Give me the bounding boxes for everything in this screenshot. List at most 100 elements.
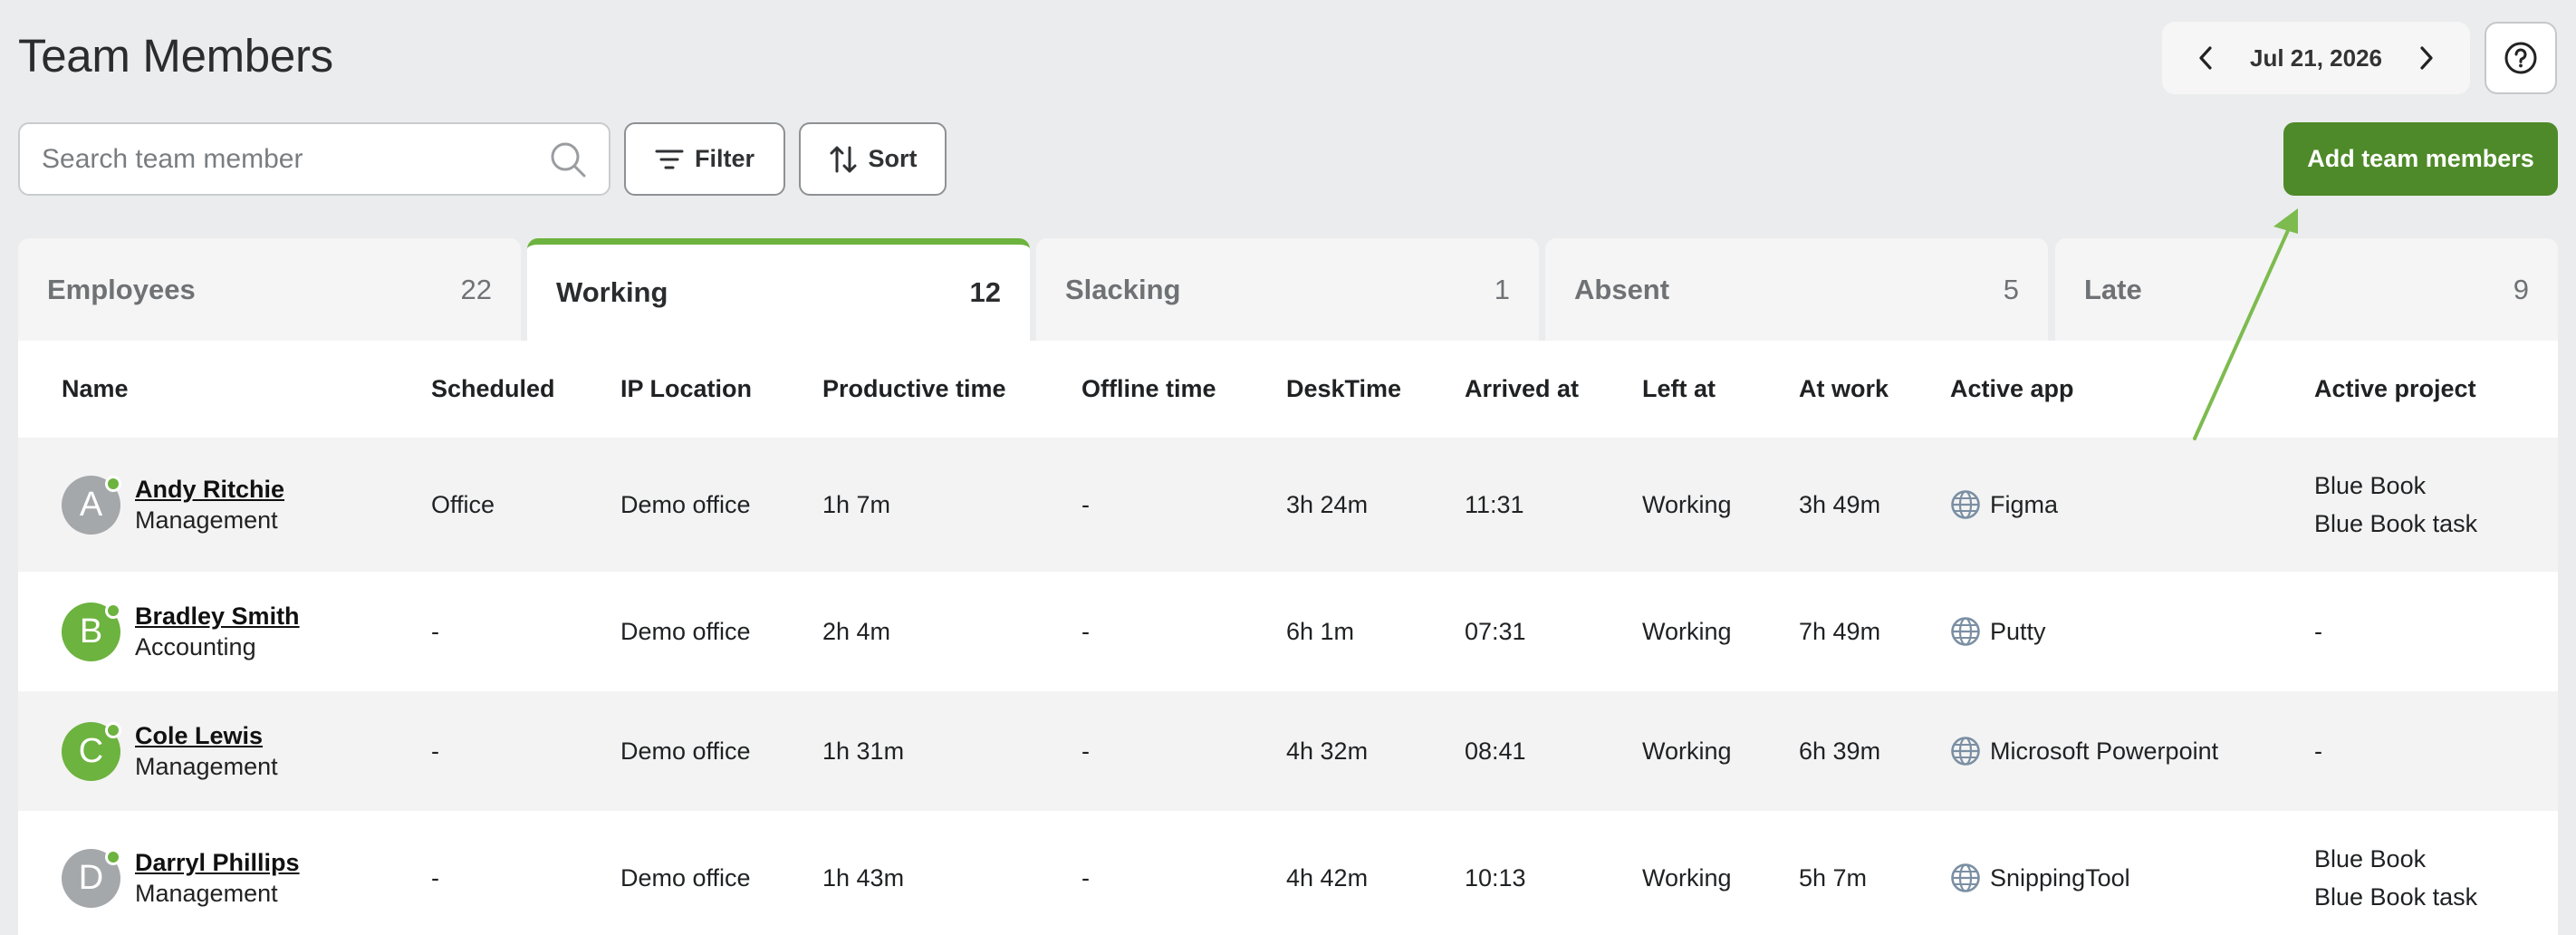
member-name-link[interactable]: Bradley Smith	[135, 601, 300, 631]
tab-slacking[interactable]: Slacking 1	[1036, 238, 1539, 341]
scheduled-cell: Office	[431, 490, 495, 518]
table-row[interactable]: B Bradley Smith Accounting - Demo office…	[18, 572, 2558, 691]
active-app-name: Figma	[1990, 490, 2059, 518]
column-header-offline-time[interactable]: Offline time	[1081, 341, 1216, 438]
avatar: C	[62, 721, 121, 781]
avatar-initial: D	[78, 858, 104, 897]
table-row[interactable]: A Andy Ritchie Management Office Demo of…	[18, 438, 2558, 572]
column-header-at-work[interactable]: At work	[1799, 341, 1889, 438]
scheduled-cell: -	[431, 737, 439, 765]
project-name: Blue Book	[2314, 472, 2427, 499]
search-icon[interactable]	[549, 140, 587, 178]
arrived-at-cell: 07:31	[1465, 617, 1526, 645]
project-name: -	[2314, 618, 2322, 645]
offline-time-cell: -	[1081, 617, 1090, 645]
filter-button[interactable]: Filter	[624, 122, 785, 196]
desktime-cell: 4h 42m	[1286, 863, 1369, 892]
arrived-at-cell: 08:41	[1465, 737, 1526, 765]
avatar: A	[62, 475, 121, 535]
tab-count: 5	[2003, 273, 2019, 305]
current-date[interactable]: Jul 21, 2026	[2250, 44, 2382, 72]
column-header-active-project[interactable]: Active project	[2314, 341, 2476, 438]
help-button[interactable]	[2485, 22, 2557, 94]
ip-location-cell: Demo office	[620, 490, 751, 518]
online-status-dot	[105, 848, 121, 865]
active-app-name: Microsoft Powerpoint	[1990, 737, 2219, 765]
desktime-cell: 6h 1m	[1286, 617, 1355, 645]
avatar-initial: C	[78, 731, 104, 770]
offline-time-cell: -	[1081, 490, 1090, 518]
tab-label: Slacking	[1065, 273, 1181, 305]
date-navigator: Jul 21, 2026	[2162, 22, 2470, 94]
avatar-initial: B	[79, 612, 103, 651]
offline-time-cell: -	[1081, 737, 1090, 765]
desktime-cell: 4h 32m	[1286, 737, 1369, 765]
online-status-dot	[105, 475, 121, 492]
add-team-members-button[interactable]: Add team members	[2283, 122, 2558, 196]
column-header-scheduled[interactable]: Scheduled	[431, 341, 555, 438]
tab-label: Working	[556, 276, 668, 308]
active-app-name: Putty	[1990, 617, 2046, 645]
column-header-name[interactable]: Name	[62, 341, 129, 438]
search-field	[18, 122, 610, 196]
scheduled-cell: -	[431, 863, 439, 892]
tab-label: Late	[2084, 273, 2142, 305]
chevron-left-icon[interactable]	[2187, 40, 2224, 76]
left-at-cell: Working	[1642, 863, 1732, 892]
tab-absent[interactable]: Absent 5	[1545, 238, 2048, 341]
table-row[interactable]: D Darryl Phillips Management - Demo offi…	[18, 811, 2558, 935]
search-input[interactable]	[42, 143, 549, 175]
project-name: Blue Book	[2314, 845, 2427, 872]
column-header-arrived-at[interactable]: Arrived at	[1465, 341, 1579, 438]
ip-location-cell: Demo office	[620, 863, 751, 892]
scheduled-cell: -	[431, 617, 439, 645]
column-header-desktime[interactable]: DeskTime	[1286, 341, 1401, 438]
tab-late[interactable]: Late 9	[2055, 238, 2558, 341]
at-work-cell: 3h 49m	[1799, 490, 1881, 518]
tab-label: Absent	[1574, 273, 1670, 305]
column-header-active-app[interactable]: Active app	[1950, 341, 2074, 438]
productive-time-cell: 1h 43m	[822, 863, 905, 892]
member-name-link[interactable]: Andy Ritchie	[135, 474, 284, 505]
member-name-link[interactable]: Darryl Phillips	[135, 847, 300, 878]
column-header-left-at[interactable]: Left at	[1642, 341, 1716, 438]
member-role: Management	[135, 506, 278, 534]
left-at-cell: Working	[1642, 737, 1732, 765]
column-header-ip-location[interactable]: IP Location	[620, 341, 752, 438]
online-status-dot	[105, 721, 121, 738]
avatar: B	[62, 602, 121, 661]
question-circle-icon	[2504, 42, 2537, 74]
member-role: Accounting	[135, 633, 256, 660]
column-header-productive-time[interactable]: Productive time	[822, 341, 1006, 438]
member-name-link[interactable]: Cole Lewis	[135, 720, 278, 751]
tab-label: Employees	[47, 273, 196, 305]
tab-count: 12	[969, 276, 1001, 308]
desktime-cell: 3h 24m	[1286, 490, 1369, 518]
table-header: Name Scheduled IP Location Productive ti…	[18, 341, 2558, 438]
ip-location-cell: Demo office	[620, 617, 751, 645]
productive-time-cell: 1h 7m	[822, 490, 891, 518]
at-work-cell: 6h 39m	[1799, 737, 1881, 765]
team-members-table: Name Scheduled IP Location Productive ti…	[18, 341, 2558, 935]
sort-button[interactable]: Sort	[799, 122, 947, 196]
table-row[interactable]: C Cole Lewis Management - Demo office 1h…	[18, 691, 2558, 811]
project-task: Blue Book task	[2314, 510, 2478, 537]
left-at-cell: Working	[1642, 617, 1732, 645]
tab-employees[interactable]: Employees 22	[18, 238, 521, 341]
status-tabs: Employees 22 Working 12 Slacking 1 Absen…	[18, 238, 2558, 341]
sort-icon	[830, 146, 856, 172]
tab-working[interactable]: Working 12	[527, 238, 1030, 341]
tab-count: 1	[1494, 273, 1510, 305]
project-name: -	[2314, 737, 2322, 765]
arrived-at-cell: 10:13	[1465, 863, 1526, 892]
project-task: Blue Book task	[2314, 883, 2478, 911]
page-title: Team Members	[18, 30, 333, 82]
chevron-right-icon[interactable]	[2408, 40, 2445, 76]
active-app-name: SnippingTool	[1990, 863, 2130, 892]
tab-count: 9	[2513, 273, 2529, 305]
globe-icon	[1951, 863, 1980, 892]
sort-label: Sort	[868, 145, 918, 172]
at-work-cell: 7h 49m	[1799, 617, 1881, 645]
offline-time-cell: -	[1081, 863, 1090, 892]
arrived-at-cell: 11:31	[1465, 490, 1524, 518]
